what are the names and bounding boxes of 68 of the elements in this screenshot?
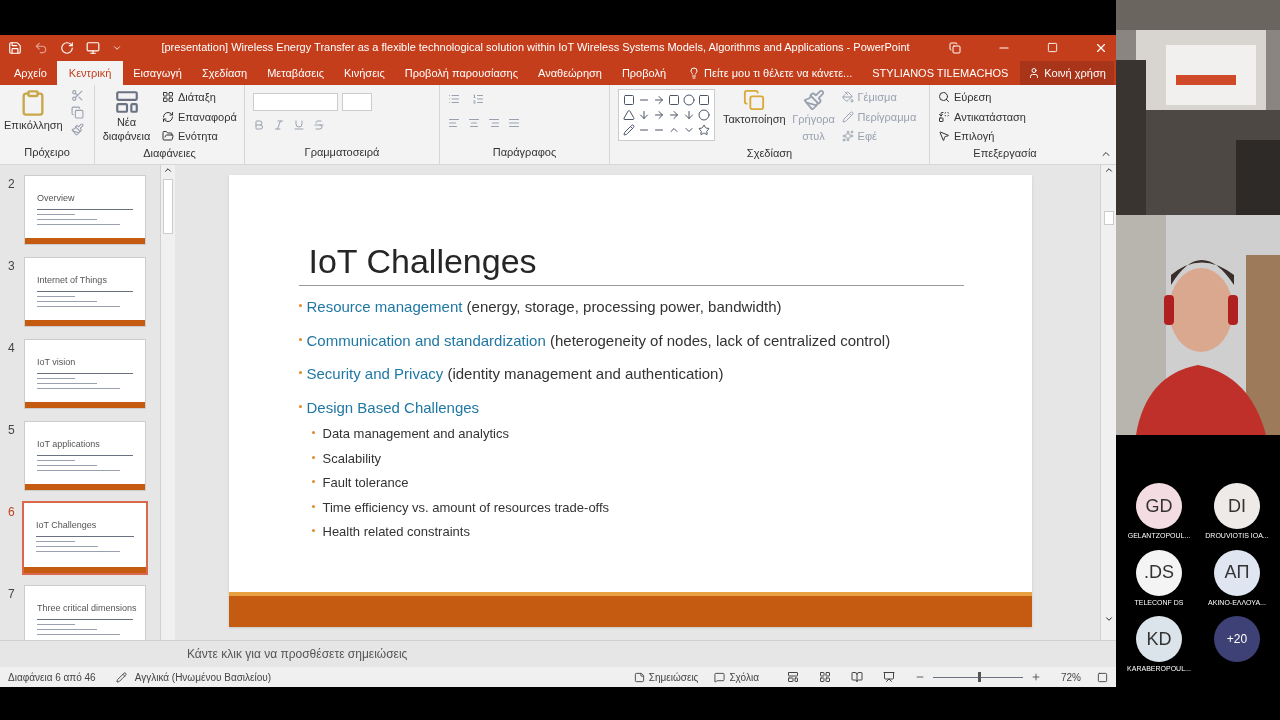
sub-bullet-text: Data management and analytics	[322, 425, 509, 443]
sub-bullet-text: Health related constraints	[322, 523, 470, 541]
group-label: Σχεδίαση	[745, 145, 794, 161]
group-label: Επεξεργασία	[972, 145, 1038, 161]
language-label: Αγγλικά (Ηνωμένου Βασιλείου)	[134, 670, 272, 685]
more-participants-button[interactable]: +20	[1214, 616, 1260, 662]
share-button[interactable]: Κοινή χρήση	[1020, 61, 1114, 85]
slide-number: 2	[8, 176, 16, 193]
slide-number: 7	[8, 586, 16, 603]
ribbon-tab[interactable]: Κινήσεις	[333, 61, 395, 85]
participant-avatar[interactable]: DI	[1214, 483, 1260, 529]
participant-avatar[interactable]: KD	[1136, 616, 1182, 662]
slide-thumbnail[interactable]: Three critical dimensions	[24, 585, 146, 640]
thumbnail-title: IoT vision	[37, 357, 76, 367]
ribbon-tab[interactable]: Μεταβάσεις	[257, 61, 334, 85]
sub-bullet-text: Scalability	[322, 449, 382, 468]
ribbon-tab[interactable]: Αναθεώρηση	[528, 61, 612, 85]
participant-avatar[interactable]: ΑΠ	[1214, 549, 1260, 596]
bullet-text: Security and Privacy (identity management and authentication)	[306, 364, 724, 384]
tell-me-field[interactable]: Πείτε μου τι θέλετε να κάνετε...	[704, 64, 853, 82]
thumbnail-title: Three critical dimensions	[37, 603, 137, 613]
user-name: STYLIANOS TILEMACHOS	[872, 65, 1009, 81]
notes-placeholder[interactable]: Κάντε κλικ για να προσθέσετε σημειώσεις	[187, 645, 408, 663]
ribbon-tab[interactable]: Κεντρική	[56, 61, 124, 85]
ribbon-button[interactable]: Εύρεση	[938, 89, 1072, 106]
thumbnail-title: IoT Challenges	[36, 520, 97, 530]
slide-thumbnail[interactable]: Internet of Things	[24, 257, 146, 327]
thumbnail-title: IoT applications	[37, 439, 100, 449]
group-label: Παράγραφος	[491, 144, 558, 160]
zoom-level[interactable]: 72%	[1061, 669, 1081, 685]
arrange-button[interactable]: Τακτοποίηση	[723, 89, 786, 128]
bullet-text: Design Based Challenges	[306, 397, 480, 418]
new-slide-button[interactable]: Νέα διαφάνεια	[99, 89, 154, 143]
slide-thumbnail[interactable]: IoT Challenges	[24, 503, 146, 573]
slide-number: 6	[8, 504, 16, 521]
slide-counter: Διαφάνεια 6 από 46	[8, 670, 96, 685]
ribbon-tab[interactable]: Αρχείο	[4, 61, 57, 85]
ribbon-button[interactable]: Επιλογή	[938, 128, 1072, 145]
ribbon-tab[interactable]: Εισαγωγή	[123, 61, 192, 85]
paste-button[interactable]: Επικόλληση	[4, 89, 63, 134]
bullet-text: Resource management (energy, storage, processing power, bandwidth)	[306, 297, 782, 317]
ribbon-tab[interactable]: Προβολή παρουσίασης	[394, 61, 528, 85]
window-title: [presentation] Wireless Energy Transfer as a flexible technological solution within IoT Wireless Systems Models, Algorithms and Applications - PowerPoint	[161, 40, 910, 56]
bullet-text: Communication and standardization (heterogeneity of nodes, lack of centralized control)	[306, 330, 891, 351]
ribbon-button[interactable]: Διάταξη	[162, 89, 237, 106]
participant-avatar[interactable]: GD	[1136, 483, 1182, 529]
slide-title: IoT Challenges	[298, 241, 964, 286]
thumbnail-title: Overview	[37, 193, 75, 203]
thumbnail-title: Internet of Things	[37, 275, 107, 285]
slide-number: 3	[8, 258, 16, 275]
sub-bullet-text: Time efficiency vs. amount of resources trade-offs	[322, 498, 610, 517]
ribbon-tab[interactable]: Προβολή	[611, 61, 677, 85]
slide-number: 4	[8, 340, 16, 357]
ribbon-button[interactable]: Επαναφορά	[162, 108, 237, 125]
slide-thumbnail[interactable]: Overview	[24, 175, 146, 245]
group-label: Πρόχειρο	[23, 144, 71, 160]
ribbon-button[interactable]: Αντικατάσταση	[938, 108, 1072, 125]
participant-avatar[interactable]: .DS	[1136, 549, 1182, 596]
group-label: Γραμματοσειρά	[303, 144, 381, 160]
slide-number: 5	[8, 422, 16, 439]
group-label: Διαφάνειες	[142, 145, 197, 161]
slide-thumbnail[interactable]: IoT applications	[24, 421, 146, 491]
ribbon-button[interactable]: Ενότητα	[162, 128, 237, 145]
ribbon-tab[interactable]: Σχεδίαση	[191, 61, 258, 85]
notes-button[interactable]: Σημειώσεις	[633, 669, 699, 685]
slide-thumbnail[interactable]: IoT vision	[24, 339, 146, 409]
sub-bullet-text: Fault tolerance	[322, 474, 409, 492]
comments-button[interactable]: Σχόλια	[714, 669, 759, 685]
